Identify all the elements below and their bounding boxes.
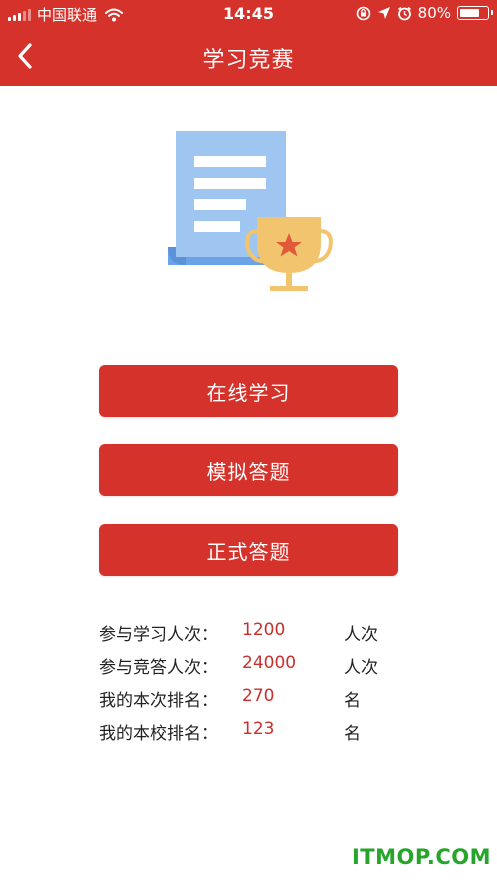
rotation-lock-icon: [356, 6, 370, 20]
stat-value: 1200: [242, 620, 286, 640]
online-study-button[interactable]: 在线学习: [99, 365, 398, 417]
stat-unit: 人次: [344, 625, 378, 645]
stat-row-school-rank: 我的本校排名： 123 名: [99, 719, 419, 752]
location-icon: [377, 7, 390, 19]
document-trophy-illustration: [168, 131, 333, 291]
stat-label: 我的本校排名：: [99, 724, 218, 744]
battery-icon: [457, 6, 493, 20]
nav-bar: 学习竞赛: [0, 28, 497, 86]
stat-row-study-count: 参与学习人次： 1200 人次: [99, 620, 419, 653]
stat-row-current-rank: 我的本次排名： 270 名: [99, 686, 419, 719]
page-title: 学习竞赛: [202, 48, 295, 73]
stat-unit: 人次: [344, 658, 378, 678]
status-right: 80%: [356, 4, 493, 22]
alarm-icon: [397, 6, 411, 20]
stat-label: 参与竞答人次：: [99, 658, 218, 678]
header-bar: 中国联通 14:45 80% 学习竞赛: [0, 0, 497, 86]
stat-value: 270: [242, 686, 275, 706]
mock-quiz-button[interactable]: 模拟答题: [99, 444, 398, 496]
stat-label: 参与学习人次：: [99, 625, 218, 645]
formal-quiz-button[interactable]: 正式答题: [99, 524, 398, 576]
stat-label: 我的本次排名：: [99, 691, 218, 711]
stat-unit: 名: [344, 691, 361, 711]
stats-list: 参与学习人次： 1200 人次 参与竞答人次： 24000 人次 我的本次排名：…: [99, 620, 419, 752]
status-bar: 中国联通 14:45 80%: [0, 0, 497, 28]
battery-percent: 80%: [417, 4, 451, 22]
watermark: ITMOP.COM: [351, 845, 491, 869]
stat-row-quiz-count: 参与竞答人次： 24000 人次: [99, 653, 419, 686]
stat-value: 123: [242, 719, 275, 739]
stat-unit: 名: [344, 724, 361, 744]
stat-value: 24000: [242, 653, 297, 673]
